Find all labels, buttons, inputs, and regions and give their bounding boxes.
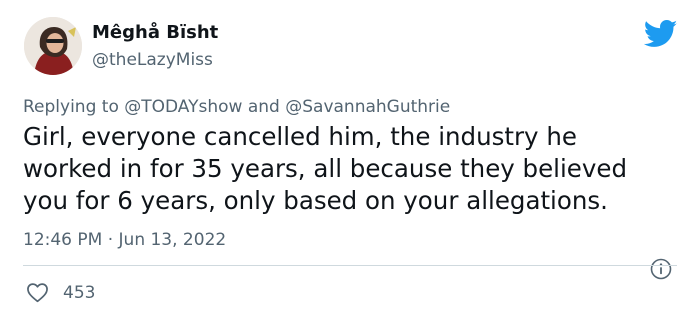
replying-to-prefix: Replying to	[23, 97, 125, 117]
divider	[23, 265, 677, 266]
replying-to: Replying to @TODAYshow and @SavannahGuth…	[23, 97, 450, 117]
twitter-bird-icon[interactable]	[644, 20, 678, 48]
avatar[interactable]	[24, 17, 82, 75]
info-icon[interactable]	[650, 258, 672, 280]
tweet-timestamp[interactable]: 12:46 PM · Jun 13, 2022	[23, 230, 226, 250]
mention-savannahguthrie[interactable]: @SavannahGuthrie	[285, 97, 450, 117]
tweet-card: Mêghå Bïsht @theLazyMiss Replying to @TO…	[0, 0, 700, 319]
tweet-text: Girl, everyone cancelled him, the indust…	[23, 122, 627, 215]
mention-todayshow[interactable]: @TODAYshow	[124, 97, 242, 117]
like-count: 453	[63, 282, 96, 303]
display-name[interactable]: Mêghå Bïsht	[92, 22, 218, 43]
like-button[interactable]: 453	[26, 282, 95, 303]
user-handle[interactable]: @theLazyMiss	[92, 50, 213, 70]
avatar-image	[24, 17, 82, 75]
replying-to-joiner: and	[242, 97, 286, 117]
heart-icon	[27, 283, 48, 303]
